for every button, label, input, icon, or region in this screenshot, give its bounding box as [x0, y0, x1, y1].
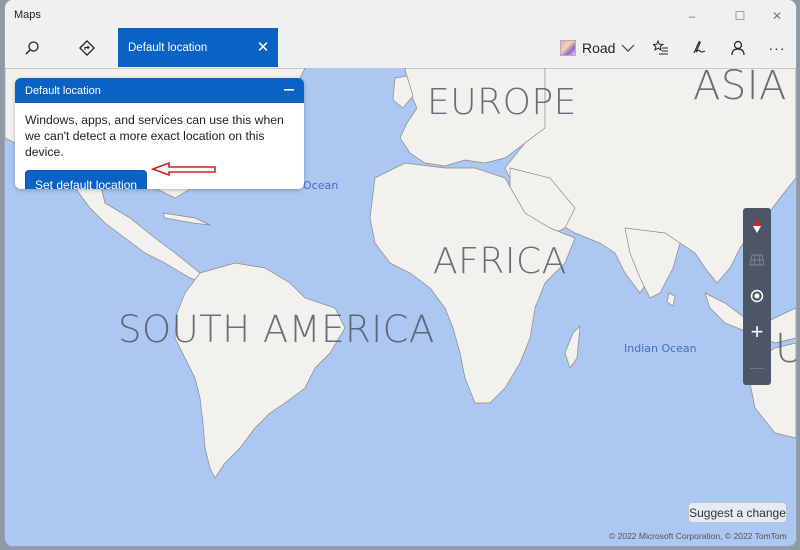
- road-style-icon: [560, 40, 576, 56]
- panel-header: Default location: [15, 78, 304, 103]
- plus-icon: +: [750, 319, 764, 344]
- zoom-out-button[interactable]: —: [743, 353, 771, 381]
- map-controls: + —: [743, 208, 771, 385]
- ink-button[interactable]: [683, 34, 715, 62]
- south-america-land: [174, 262, 346, 479]
- toolbar: Default location ✕ Road ···: [5, 28, 796, 68]
- zoom-in-button[interactable]: +: [743, 318, 771, 346]
- locate-me-button[interactable]: [743, 282, 771, 310]
- minimize-icon: [284, 89, 294, 91]
- ocean-label-atlantic: Ocean: [303, 179, 339, 192]
- panel-minimize-button[interactable]: [280, 81, 298, 99]
- map-style-dropdown[interactable]: Road: [560, 36, 635, 60]
- account-icon: [731, 40, 745, 56]
- panel-title: Default location: [25, 85, 101, 97]
- ink-icon: [693, 41, 706, 54]
- more-options-button[interactable]: ···: [761, 34, 793, 62]
- continent-label-europe: EUROPE: [427, 82, 577, 123]
- ocean-label-indian: Indian Ocean: [624, 342, 697, 355]
- directions-icon: [79, 40, 95, 56]
- continent-label-south-america: SOUTH AMERICA: [118, 308, 435, 351]
- continent-label-asia: ASIA: [693, 68, 787, 109]
- panel-description: Windows, apps, and services can use this…: [25, 113, 284, 159]
- set-default-location-button[interactable]: Set default location: [25, 170, 148, 189]
- map-style-label: Road: [582, 40, 616, 56]
- tilt-icon: [749, 254, 765, 266]
- minimize-icon: –: [688, 9, 696, 23]
- tab-default-location[interactable]: Default location ✕: [118, 28, 278, 67]
- compass-icon: [753, 219, 761, 233]
- close-icon: ✕: [771, 9, 783, 23]
- red-arrow-annotation: [151, 162, 216, 176]
- directions-button[interactable]: [71, 34, 103, 62]
- minus-icon: —: [750, 359, 764, 375]
- maps-window: Maps – ☐ ✕ Default location ✕ Road ··· E…: [5, 0, 796, 546]
- search-icon: [25, 41, 39, 55]
- close-window-button[interactable]: ✕: [762, 5, 792, 27]
- locate-icon: [750, 289, 764, 303]
- copyright-text: © 2022 Microsoft Corporation, © 2022 Tom…: [609, 531, 787, 541]
- favorites-button[interactable]: [645, 34, 677, 62]
- more-icon: ···: [768, 40, 786, 56]
- tilt-button[interactable]: [743, 246, 771, 274]
- close-icon: ✕: [256, 39, 270, 56]
- account-button[interactable]: [722, 34, 754, 62]
- continent-label-africa: AFRICA: [433, 241, 567, 282]
- close-tab-button[interactable]: ✕: [252, 36, 274, 58]
- compass-button[interactable]: [743, 212, 771, 240]
- suggest-change-button[interactable]: Suggest a change: [688, 502, 787, 523]
- caribbean-islands: [162, 212, 211, 226]
- favorites-icon: [653, 40, 668, 55]
- madagascar-land: [564, 325, 581, 369]
- minimize-button[interactable]: –: [677, 5, 707, 27]
- search-button[interactable]: [16, 34, 48, 62]
- continent-label-partial: U: [775, 326, 796, 372]
- maximize-icon: ☐: [734, 9, 746, 23]
- app-title: Maps: [14, 9, 41, 21]
- sri-lanka-land: [666, 292, 676, 307]
- maximize-button[interactable]: ☐: [725, 5, 755, 27]
- map-canvas[interactable]: EUROPE ASIA AFRICA SOUTH AMERICA U Ocean…: [5, 68, 796, 546]
- tab-label: Default location: [128, 42, 208, 54]
- chevron-down-icon: [622, 44, 635, 52]
